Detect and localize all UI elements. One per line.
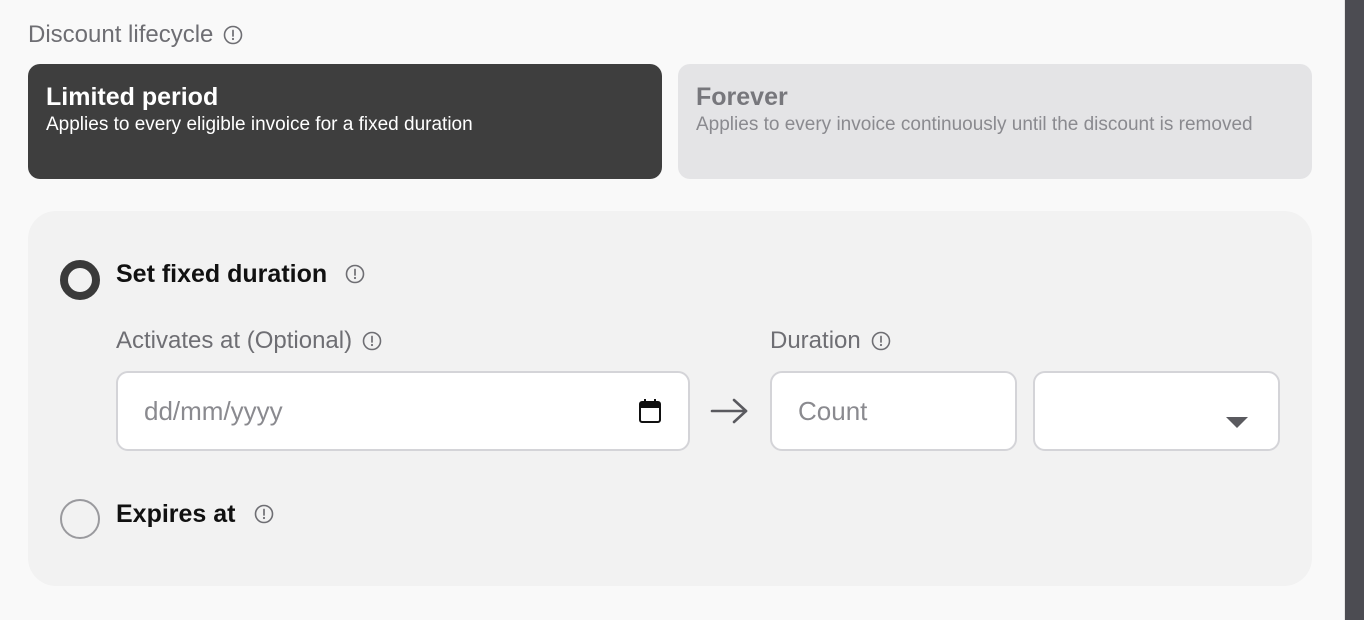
duration-label-text: Duration bbox=[770, 327, 861, 354]
limited-period-description: Applies to every eligible invoice for a … bbox=[46, 114, 473, 135]
scrollbar-thumb[interactable] bbox=[1344, 0, 1364, 620]
discount-lifecycle-label-text: Discount lifecycle bbox=[28, 21, 214, 48]
discount-lifecycle-label: Discount lifecycle bbox=[28, 20, 243, 50]
calendar-icon[interactable] bbox=[638, 398, 662, 424]
fixed-duration-label: Set fixed duration bbox=[116, 259, 328, 288]
info-circle-icon[interactable] bbox=[223, 25, 243, 45]
limited-period-title: Limited period bbox=[46, 83, 219, 111]
forever-description: Applies to every invoice continuously un… bbox=[696, 114, 1253, 135]
caret-down-icon bbox=[1226, 405, 1248, 428]
duration-settings-panel: Set fixed duration Activates at (Optiona… bbox=[28, 211, 1312, 586]
info-circle-icon[interactable] bbox=[254, 504, 274, 524]
expires-at-option[interactable]: Expires at bbox=[116, 498, 274, 530]
count-placeholder: Count bbox=[798, 395, 868, 426]
info-circle-icon[interactable] bbox=[362, 331, 382, 351]
info-circle-icon[interactable] bbox=[345, 264, 365, 284]
arrow-right-icon bbox=[710, 396, 750, 426]
activates-at-date-input[interactable]: dd/mm/yyyy bbox=[116, 371, 690, 451]
forever-title: Forever bbox=[696, 83, 788, 111]
duration-unit-select[interactable] bbox=[1033, 371, 1280, 451]
fixed-duration-option[interactable]: Set fixed duration bbox=[116, 258, 365, 290]
info-circle-icon[interactable] bbox=[871, 331, 891, 351]
scrollbar[interactable] bbox=[1344, 0, 1364, 620]
duration-count-input[interactable]: Count bbox=[770, 371, 1017, 451]
activates-at-label-text: Activates at (Optional) bbox=[116, 327, 353, 354]
expires-at-label: Expires at bbox=[116, 499, 236, 528]
discount-lifecycle-form: Discount lifecycle Limited period Applie… bbox=[0, 0, 1344, 620]
date-placeholder: dd/mm/yyyy bbox=[144, 395, 283, 426]
activates-at-label: Activates at (Optional) bbox=[116, 326, 382, 356]
forever-option[interactable]: Forever Applies to every invoice continu… bbox=[678, 64, 1312, 179]
limited-period-option[interactable]: Limited period Applies to every eligible… bbox=[28, 64, 662, 179]
expires-at-radio[interactable] bbox=[60, 499, 100, 539]
fixed-duration-radio[interactable] bbox=[60, 260, 100, 300]
duration-label: Duration bbox=[770, 326, 891, 356]
